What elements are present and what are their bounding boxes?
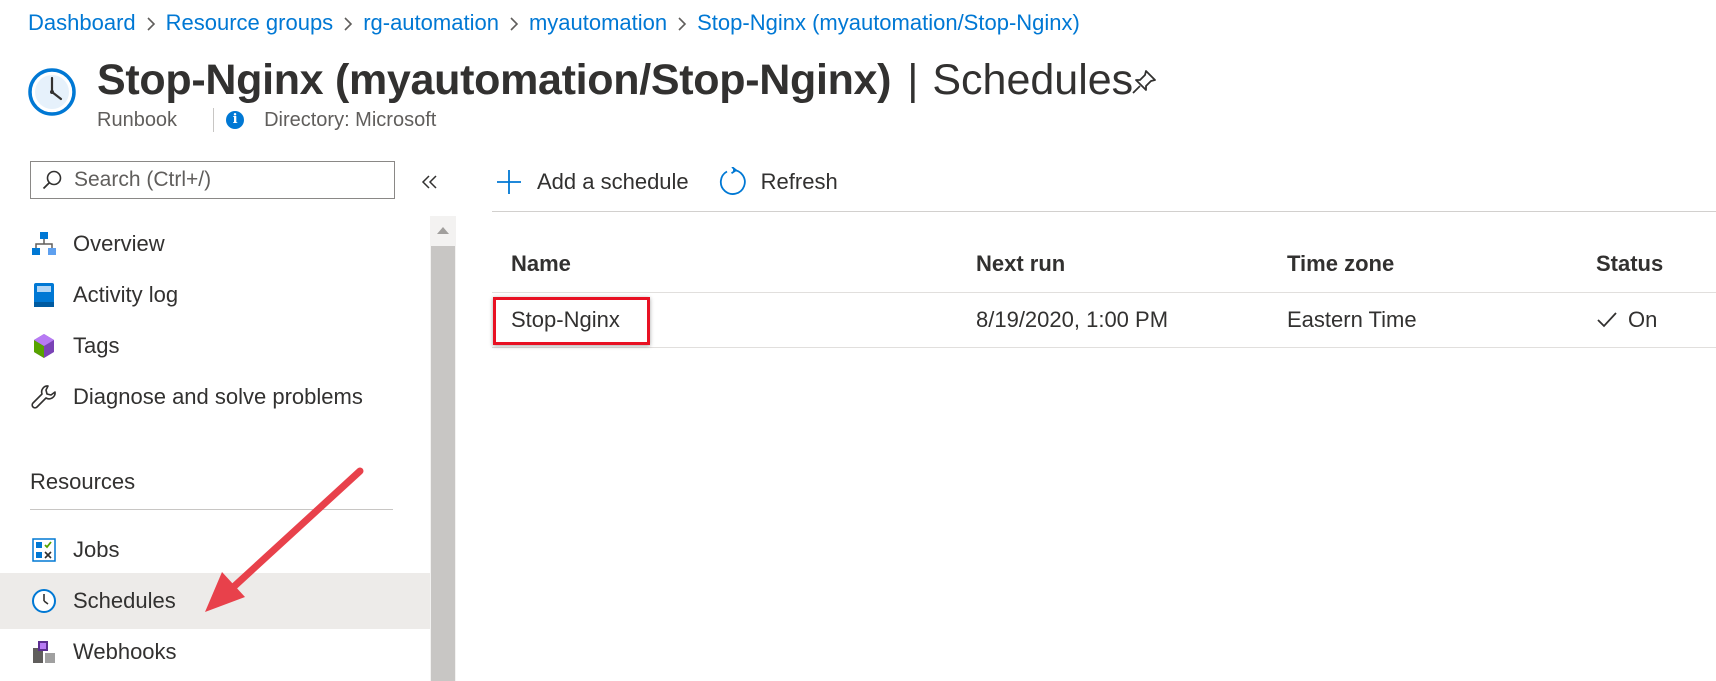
menu-item-diagnose[interactable]: Diagnose and solve problems xyxy=(0,369,430,425)
jobs-icon xyxy=(30,536,58,564)
schedule-time-zone: Eastern Time xyxy=(1287,307,1417,332)
breadcrumb-dashboard[interactable]: Dashboard xyxy=(28,10,136,36)
column-header-next-run[interactable]: Next run xyxy=(976,236,1065,292)
column-header-time-zone[interactable]: Time zone xyxy=(1287,236,1394,292)
add-schedule-button[interactable]: Add a schedule xyxy=(495,168,689,196)
chevron-right-icon xyxy=(333,10,363,36)
breadcrumb: Dashboard Resource groups rg-automation … xyxy=(28,6,1080,40)
menu-item-tags[interactable]: Tags xyxy=(0,318,430,374)
subtitle-divider xyxy=(213,108,215,132)
search-input[interactable] xyxy=(72,167,376,193)
runbook-clock-icon xyxy=(26,66,78,118)
directory-label: Directory: Microsoft xyxy=(264,108,437,131)
command-bar: Add a schedule Refresh xyxy=(495,158,866,206)
menu-item-schedules[interactable]: Schedules xyxy=(0,573,430,629)
menu-item-overview[interactable]: Overview xyxy=(0,216,430,272)
webhooks-icon xyxy=(30,638,58,666)
menu-item-label: Tags xyxy=(73,333,120,358)
page-title: Stop-Nginx (myautomation/Stop-Nginx) | S… xyxy=(97,50,1133,110)
breadcrumb-rg-automation[interactable]: rg-automation xyxy=(363,10,499,36)
section-divider xyxy=(30,509,393,510)
scroll-up-icon[interactable] xyxy=(430,216,456,244)
menu-item-label: Diagnose and solve problems xyxy=(73,384,363,409)
menu-item-label: Jobs xyxy=(73,537,120,562)
resource-type: Runbook xyxy=(97,108,178,131)
activity-log-icon xyxy=(30,281,58,309)
refresh-label: Refresh xyxy=(760,169,838,194)
table-header: Name Next run Time zone Status xyxy=(492,236,1716,293)
collapse-menu-icon[interactable] xyxy=(418,170,442,194)
wrench-icon xyxy=(30,383,58,411)
menu-item-activity-log[interactable]: Activity log xyxy=(0,267,430,323)
blade-name: Schedules xyxy=(932,55,1134,104)
refresh-icon xyxy=(719,167,746,195)
subtitle: Runbook i Directory: Microsoft xyxy=(97,107,436,133)
table-row[interactable]: Stop-Nginx 8/19/2020, 1:00 PM Eastern Ti… xyxy=(492,293,1716,348)
info-icon[interactable]: i xyxy=(226,111,245,129)
schedule-status-label: On xyxy=(1628,307,1658,332)
chevron-right-icon xyxy=(136,10,166,36)
toolbar-divider xyxy=(492,211,1716,212)
clock-icon xyxy=(30,587,58,615)
menu-item-label: Activity log xyxy=(73,282,179,307)
menu-item-webhooks[interactable]: Webhooks xyxy=(0,624,430,680)
menu-item-label: Overview xyxy=(73,231,165,256)
schedule-next-run: 8/19/2020, 1:00 PM xyxy=(976,307,1169,332)
scroll-thumb[interactable] xyxy=(431,246,455,681)
pin-icon[interactable] xyxy=(1128,66,1160,98)
refresh-button[interactable]: Refresh xyxy=(717,167,838,197)
chevron-right-icon xyxy=(667,10,697,36)
section-title-resources: Resources xyxy=(30,469,136,494)
schedule-name[interactable]: Stop-Nginx xyxy=(511,293,620,347)
plus-icon xyxy=(497,170,521,194)
breadcrumb-resource-groups[interactable]: Resource groups xyxy=(166,10,334,36)
column-header-name[interactable]: Name xyxy=(511,236,571,292)
resource-name: Stop-Nginx (myautomation/Stop-Nginx) xyxy=(97,55,892,104)
add-schedule-label: Add a schedule xyxy=(537,169,689,194)
chevron-right-icon xyxy=(499,10,529,36)
breadcrumb-myautomation[interactable]: myautomation xyxy=(529,10,667,36)
checkmark-icon xyxy=(1597,312,1617,328)
left-menu: Overview Activity log Tags Diagnose and … xyxy=(0,216,430,681)
schedule-status: On xyxy=(1596,293,1657,347)
menu-item-label: Schedules xyxy=(73,588,176,613)
overview-icon xyxy=(30,230,58,258)
menu-scrollbar[interactable] xyxy=(430,216,456,681)
menu-search[interactable] xyxy=(30,161,395,199)
column-header-status[interactable]: Status xyxy=(1596,236,1663,292)
menu-item-jobs[interactable]: Jobs xyxy=(0,522,430,578)
menu-item-label: Webhooks xyxy=(73,639,177,664)
title-separator: | xyxy=(907,55,919,104)
tags-icon xyxy=(30,332,58,360)
breadcrumb-runbook[interactable]: Stop-Nginx (myautomation/Stop-Nginx) xyxy=(697,10,1080,36)
search-icon xyxy=(42,170,62,190)
